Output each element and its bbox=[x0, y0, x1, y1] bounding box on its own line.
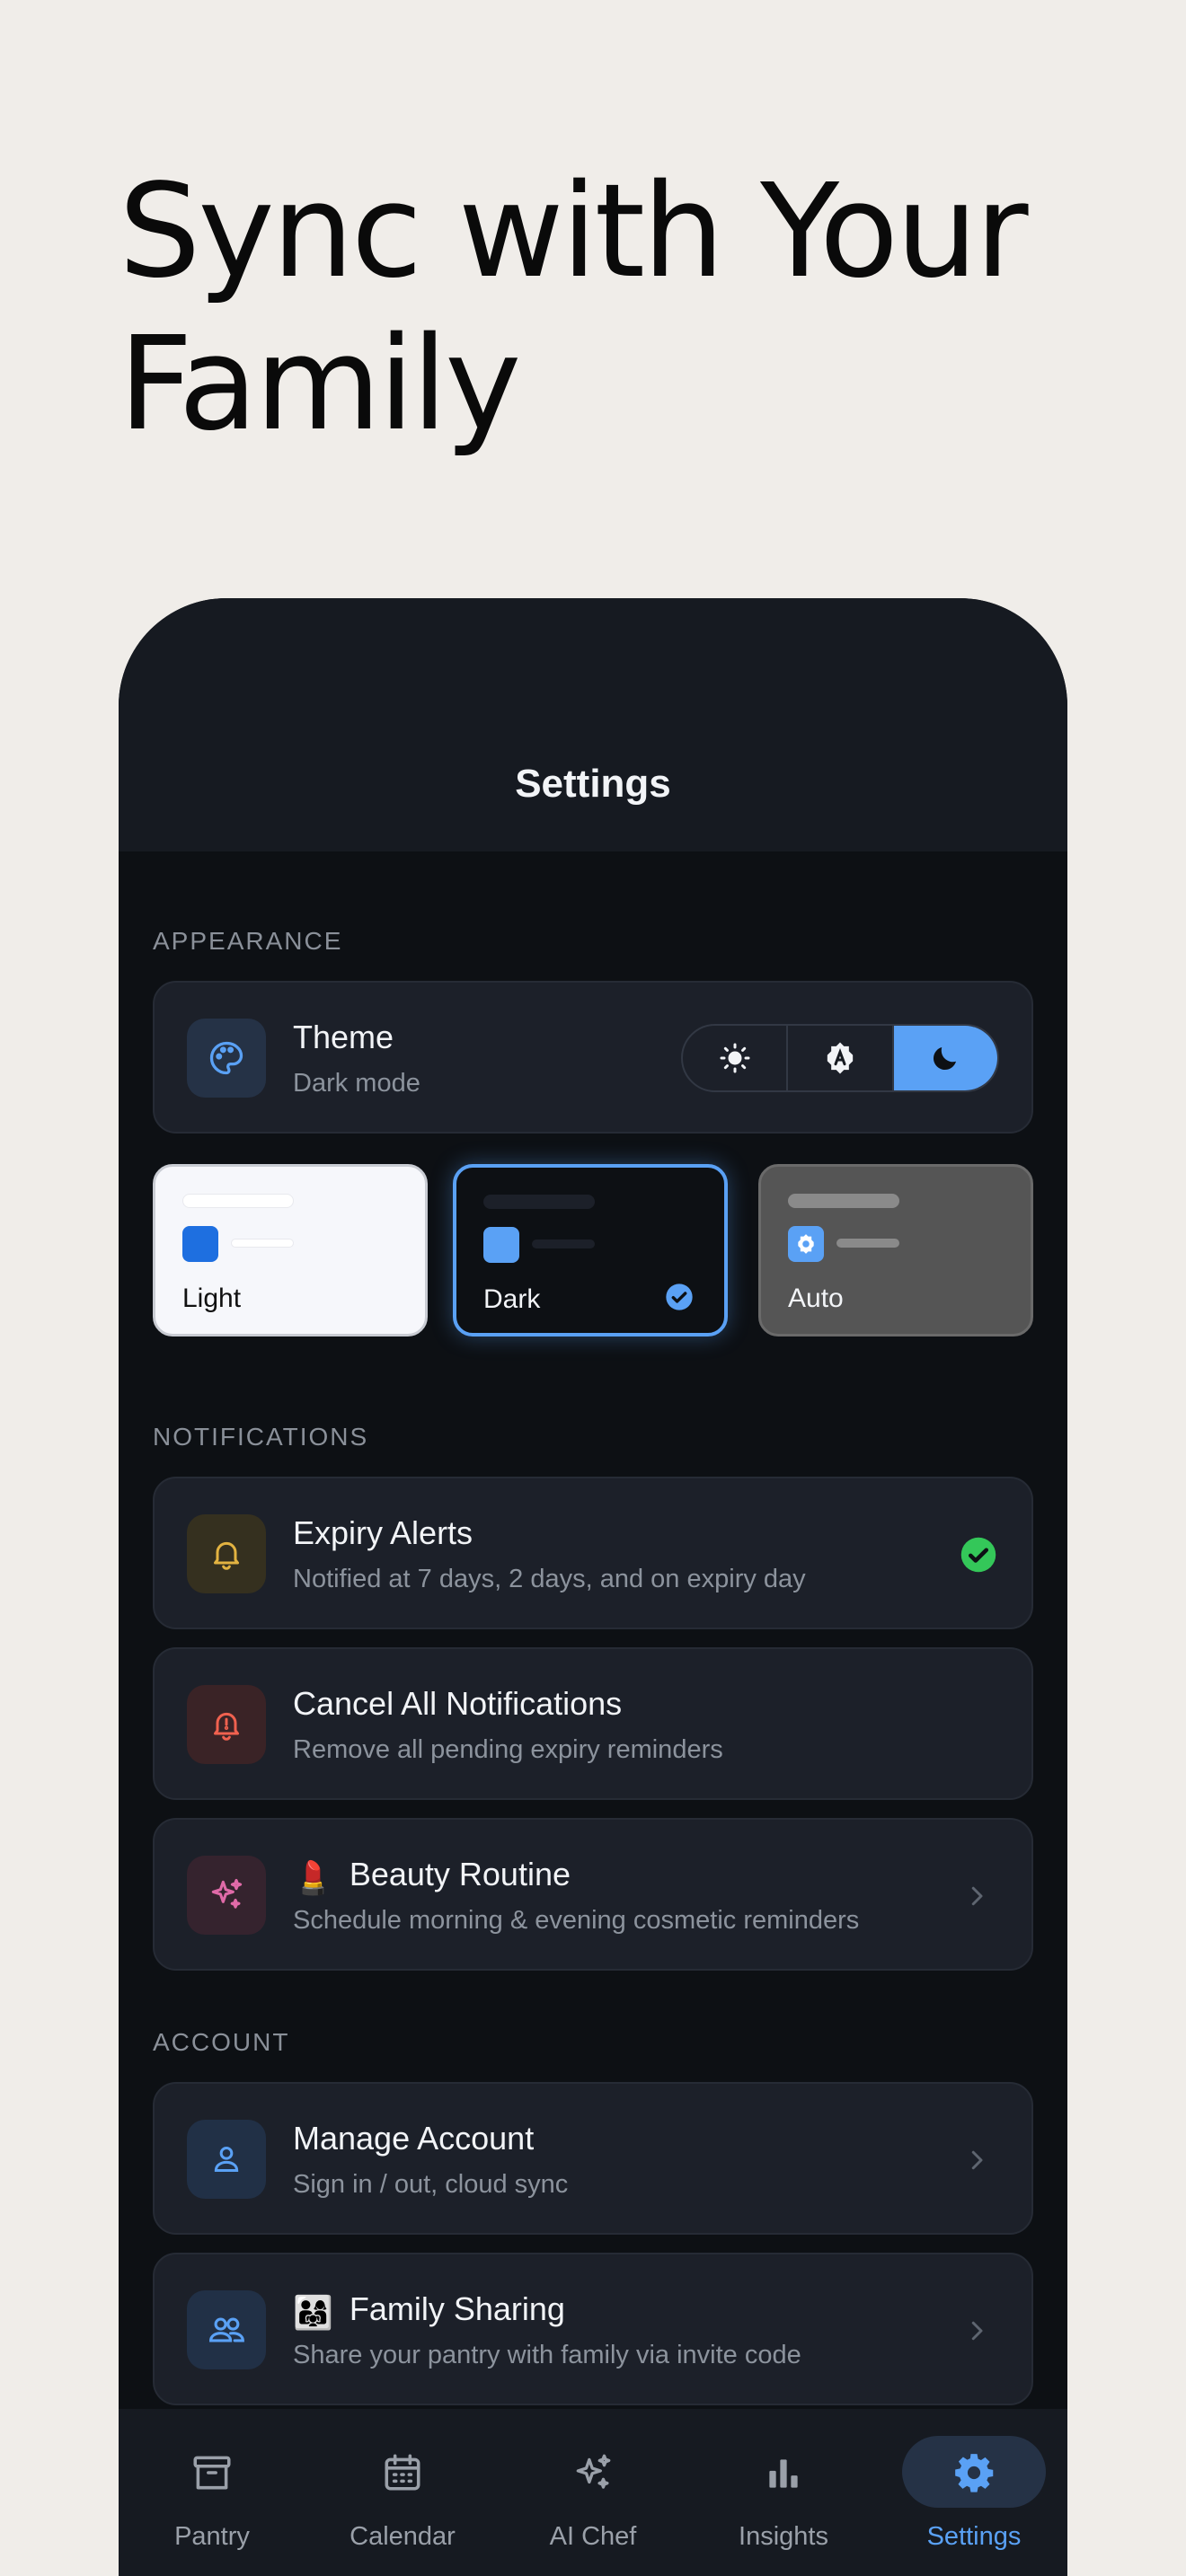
section-label-notifications: NOTIFICATIONS bbox=[153, 1423, 369, 1451]
beauty-routine-subtitle: Schedule morning & evening cosmetic remi… bbox=[293, 1906, 860, 1935]
bell-alert-icon bbox=[187, 1685, 266, 1764]
chevron-right-icon bbox=[971, 1886, 983, 1906]
cancel-notifications-row[interactable]: Cancel All Notifications Remove all pend… bbox=[153, 1647, 1033, 1800]
sun-icon bbox=[720, 1043, 750, 1073]
expiry-alerts-subtitle: Notified at 7 days, 2 days, and on expir… bbox=[293, 1565, 806, 1593]
manage-account-title: Manage Account bbox=[293, 2120, 535, 2157]
sparkles-icon bbox=[187, 1856, 266, 1935]
family-sharing-title: 👨‍👩‍👧 Family Sharing bbox=[293, 2290, 565, 2331]
chevron-right-icon bbox=[971, 2150, 983, 2170]
theme-card: Theme Dark mode bbox=[153, 981, 1033, 1134]
gear-icon bbox=[788, 1226, 824, 1262]
sparkles-icon bbox=[576, 2454, 611, 2489]
expiry-alerts-title: Expiry Alerts bbox=[293, 1514, 474, 1551]
manage-account-row[interactable]: Manage Account Sign in / out, cloud sync bbox=[153, 2082, 1033, 2235]
auto-brightness-icon bbox=[827, 1042, 854, 1074]
theme-option-dark[interactable] bbox=[893, 1026, 997, 1090]
tab-label: Settings bbox=[926, 2522, 1022, 2551]
beauty-routine-row[interactable]: 💄 Beauty Routine Schedule morning & eveni… bbox=[153, 1818, 1033, 1971]
cancel-notifications-subtitle: Remove all pending expiry reminders bbox=[293, 1735, 723, 1764]
checkmark-circle-icon bbox=[666, 1284, 693, 1310]
palette-icon bbox=[187, 1019, 266, 1098]
theme-option-light[interactable] bbox=[683, 1026, 789, 1090]
theme-title: Theme bbox=[293, 1019, 394, 1055]
manage-account-subtitle: Sign in / out, cloud sync bbox=[293, 2170, 569, 2199]
theme-tile-auto[interactable]: Auto bbox=[758, 1164, 1033, 1337]
family-sharing-row[interactable]: 👨‍👩‍👧 Family Sharing Share your pantry wi… bbox=[153, 2253, 1033, 2405]
moon-icon bbox=[934, 1047, 957, 1071]
beauty-routine-title: 💄 Beauty Routine bbox=[293, 1856, 571, 1896]
tab-label: Insights bbox=[739, 2522, 828, 2551]
section-label-account: ACCOUNT bbox=[153, 2028, 290, 2056]
section-label-appearance: APPEARANCE bbox=[153, 927, 343, 955]
tab-settings[interactable]: Settings bbox=[902, 2436, 1046, 2562]
bell-icon bbox=[187, 1514, 266, 1593]
theme-option-auto[interactable] bbox=[788, 1026, 894, 1090]
calendar-icon bbox=[385, 2454, 420, 2491]
nav-header: Settings bbox=[119, 598, 1067, 851]
theme-segmented-control bbox=[681, 1024, 999, 1092]
users-icon bbox=[187, 2290, 266, 2369]
tab-pantry[interactable]: Pantry bbox=[140, 2436, 284, 2562]
headline-line-2: Family bbox=[119, 308, 521, 459]
user-icon bbox=[187, 2120, 266, 2199]
cancel-notifications-title: Cancel All Notifications bbox=[293, 1685, 623, 1722]
tab-insights[interactable]: Insights bbox=[712, 2436, 855, 2562]
tab-ai-chef[interactable]: AI Chef bbox=[521, 2436, 665, 2562]
theme-tile-light[interactable]: Light bbox=[153, 1164, 428, 1337]
tab-label: Pantry bbox=[174, 2522, 250, 2551]
chevron-right-icon bbox=[971, 2321, 983, 2341]
lipstick-emoji: 💄 bbox=[293, 1859, 333, 1896]
archive-box-icon bbox=[193, 2456, 231, 2490]
tab-bar: Pantry Calendar AI Chef Insights Setting… bbox=[119, 2409, 1067, 2576]
family-emoji: 👨‍👩‍👧 bbox=[293, 2294, 333, 2331]
family-sharing-subtitle: Share your pantry with family via invite… bbox=[293, 2341, 801, 2369]
tab-label: AI Chef bbox=[549, 2522, 637, 2551]
theme-tile-label: Light bbox=[182, 1284, 242, 1313]
theme-tile-label: Dark bbox=[483, 1284, 541, 1314]
theme-subtitle: Dark mode bbox=[293, 1069, 420, 1098]
tab-calendar[interactable]: Calendar bbox=[331, 2436, 474, 2562]
page-title: Settings bbox=[515, 762, 671, 806]
phone-screen: Settings APPEARANCE Theme Dark mode Ligh… bbox=[119, 598, 1067, 2576]
bar-chart-icon bbox=[769, 2459, 798, 2488]
tab-label: Calendar bbox=[350, 2522, 456, 2551]
check-circle-icon bbox=[960, 1537, 996, 1573]
headline-line-1: Sync with Your bbox=[119, 155, 1029, 306]
theme-tile-dark[interactable]: Dark bbox=[453, 1164, 728, 1337]
headline: Sync with Your Family bbox=[119, 154, 1107, 460]
theme-tile-label: Auto bbox=[788, 1284, 844, 1313]
gear-icon bbox=[955, 2454, 994, 2492]
expiry-alerts-row[interactable]: Expiry Alerts Notified at 7 days, 2 days… bbox=[153, 1477, 1033, 1629]
